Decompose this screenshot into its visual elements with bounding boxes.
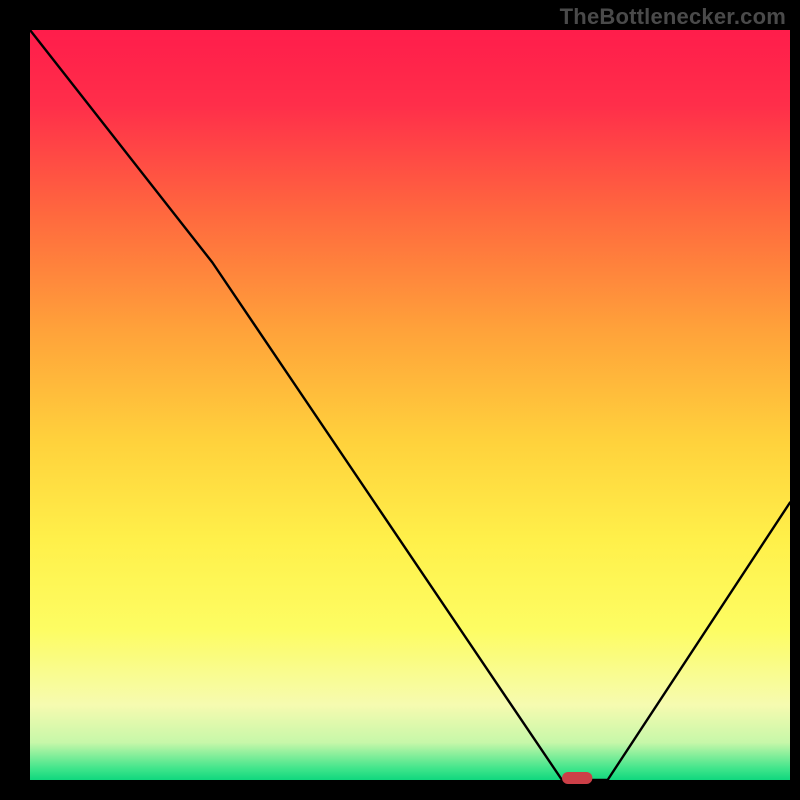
chart-frame: TheBottlenecker.com — [0, 0, 800, 800]
optimal-point-marker — [562, 772, 592, 784]
plot-background — [30, 30, 790, 780]
bottleneck-chart — [0, 0, 800, 800]
watermark-text: TheBottlenecker.com — [560, 4, 786, 30]
